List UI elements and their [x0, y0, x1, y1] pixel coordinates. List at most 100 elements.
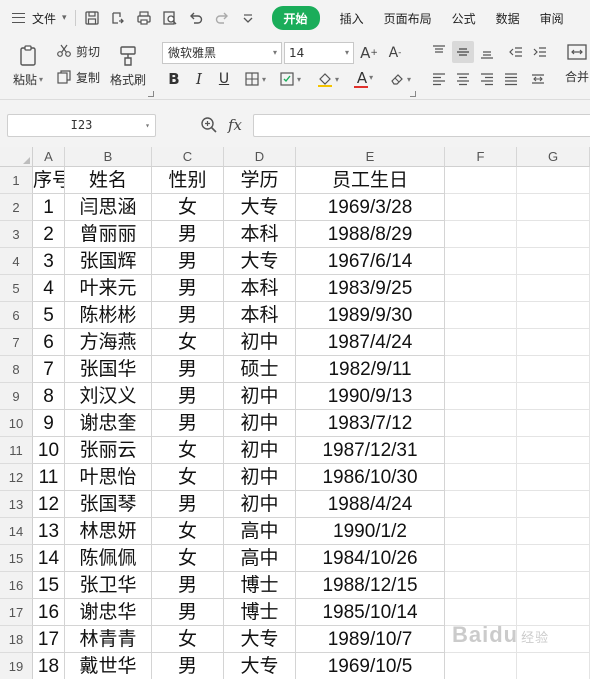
justify-button[interactable]: [500, 68, 522, 90]
table-cell[interactable]: 1969/3/28: [296, 194, 445, 221]
empty-cell[interactable]: [445, 356, 517, 383]
file-menu[interactable]: 文件 ▾: [12, 6, 67, 30]
column-header-e[interactable]: E: [296, 147, 445, 167]
table-cell[interactable]: 高中: [224, 545, 296, 572]
table-cell[interactable]: 2: [33, 221, 65, 248]
empty-cell[interactable]: [445, 518, 517, 545]
empty-cell[interactable]: [517, 464, 590, 491]
row-header-17[interactable]: 17: [0, 599, 33, 626]
table-cell[interactable]: 男: [152, 275, 224, 302]
table-cell[interactable]: 张国华: [65, 356, 152, 383]
column-header-a[interactable]: A: [33, 147, 65, 167]
font-color-button[interactable]: A ▾: [350, 68, 380, 90]
row-header-3[interactable]: 3: [0, 221, 33, 248]
align-top-button[interactable]: [428, 41, 450, 63]
table-cell[interactable]: 硕士: [224, 356, 296, 383]
table-header-cell[interactable]: 性别: [152, 167, 224, 194]
bold-button[interactable]: B: [164, 68, 184, 90]
table-cell[interactable]: 男: [152, 383, 224, 410]
empty-cell[interactable]: [517, 167, 590, 194]
empty-cell[interactable]: [517, 383, 590, 410]
table-cell[interactable]: 方海燕: [65, 329, 152, 356]
table-cell[interactable]: 8: [33, 383, 65, 410]
table-cell[interactable]: 叶来元: [65, 275, 152, 302]
merge-center-button[interactable]: 合并: [564, 40, 590, 90]
table-header-cell[interactable]: 学历: [224, 167, 296, 194]
row-header-6[interactable]: 6: [0, 302, 33, 329]
table-cell[interactable]: 1967/6/14: [296, 248, 445, 275]
table-cell[interactable]: 大专: [224, 194, 296, 221]
table-cell[interactable]: 本科: [224, 275, 296, 302]
table-cell[interactable]: 1990/1/2: [296, 518, 445, 545]
table-cell[interactable]: 张国辉: [65, 248, 152, 275]
distributed-align-button[interactable]: [527, 68, 549, 90]
copy-button[interactable]: 复制: [56, 66, 100, 88]
increase-font-size-button[interactable]: A +: [359, 42, 379, 64]
empty-cell[interactable]: [517, 248, 590, 275]
row-header-10[interactable]: 10: [0, 410, 33, 437]
empty-cell[interactable]: [445, 221, 517, 248]
export-icon[interactable]: [108, 8, 128, 28]
table-cell[interactable]: 谢忠奎: [65, 410, 152, 437]
paste-button[interactable]: 粘贴 ▾: [10, 42, 46, 90]
empty-cell[interactable]: [517, 221, 590, 248]
table-cell[interactable]: 陈彬彬: [65, 302, 152, 329]
empty-cell[interactable]: [445, 329, 517, 356]
table-cell[interactable]: 男: [152, 491, 224, 518]
table-cell[interactable]: 12: [33, 491, 65, 518]
table-cell[interactable]: 戴世华: [65, 653, 152, 679]
table-cell[interactable]: 1989/10/7: [296, 626, 445, 653]
table-cell[interactable]: 女: [152, 194, 224, 221]
font-name-dropdown[interactable]: 微软雅黑 ▾: [162, 42, 282, 64]
table-cell[interactable]: 1988/4/24: [296, 491, 445, 518]
align-bottom-button[interactable]: [476, 41, 498, 63]
table-cell[interactable]: 女: [152, 518, 224, 545]
empty-cell[interactable]: [517, 302, 590, 329]
table-cell[interactable]: 14: [33, 545, 65, 572]
empty-cell[interactable]: [517, 194, 590, 221]
row-header-13[interactable]: 13: [0, 491, 33, 518]
font-group-launcher[interactable]: [410, 91, 416, 97]
align-middle-button[interactable]: [452, 41, 474, 63]
empty-cell[interactable]: [445, 410, 517, 437]
table-cell[interactable]: 林青青: [65, 626, 152, 653]
table-cell[interactable]: 男: [152, 599, 224, 626]
table-cell[interactable]: 女: [152, 437, 224, 464]
table-cell[interactable]: 初中: [224, 383, 296, 410]
empty-cell[interactable]: [445, 383, 517, 410]
table-cell[interactable]: 1987/12/31: [296, 437, 445, 464]
table-cell[interactable]: 女: [152, 464, 224, 491]
clear-format-button[interactable]: ▾: [385, 68, 415, 90]
empty-cell[interactable]: [445, 194, 517, 221]
row-header-14[interactable]: 14: [0, 518, 33, 545]
print-icon[interactable]: [134, 8, 154, 28]
empty-cell[interactable]: [517, 329, 590, 356]
table-cell[interactable]: 初中: [224, 410, 296, 437]
table-cell[interactable]: 初中: [224, 491, 296, 518]
align-right-button[interactable]: [476, 68, 498, 90]
table-cell[interactable]: 7: [33, 356, 65, 383]
tab-insert[interactable]: 插入: [340, 6, 364, 30]
row-header-2[interactable]: 2: [0, 194, 33, 221]
table-cell[interactable]: 曾丽丽: [65, 221, 152, 248]
cut-button[interactable]: 剪切: [56, 40, 100, 62]
table-cell[interactable]: 男: [152, 221, 224, 248]
table-cell[interactable]: 博士: [224, 599, 296, 626]
empty-cell[interactable]: [445, 437, 517, 464]
table-cell[interactable]: 男: [152, 572, 224, 599]
table-cell[interactable]: 1986/10/30: [296, 464, 445, 491]
underline-button[interactable]: U: [214, 68, 234, 90]
empty-cell[interactable]: [445, 572, 517, 599]
row-header-16[interactable]: 16: [0, 572, 33, 599]
table-cell[interactable]: 1990/9/13: [296, 383, 445, 410]
table-cell[interactable]: 男: [152, 302, 224, 329]
empty-cell[interactable]: [445, 464, 517, 491]
empty-cell[interactable]: [445, 653, 517, 679]
table-cell[interactable]: 男: [152, 248, 224, 275]
align-left-button[interactable]: [428, 68, 450, 90]
table-cell[interactable]: 初中: [224, 329, 296, 356]
table-cell[interactable]: 初中: [224, 437, 296, 464]
table-cell[interactable]: 16: [33, 599, 65, 626]
empty-cell[interactable]: [517, 356, 590, 383]
table-cell[interactable]: 大专: [224, 248, 296, 275]
